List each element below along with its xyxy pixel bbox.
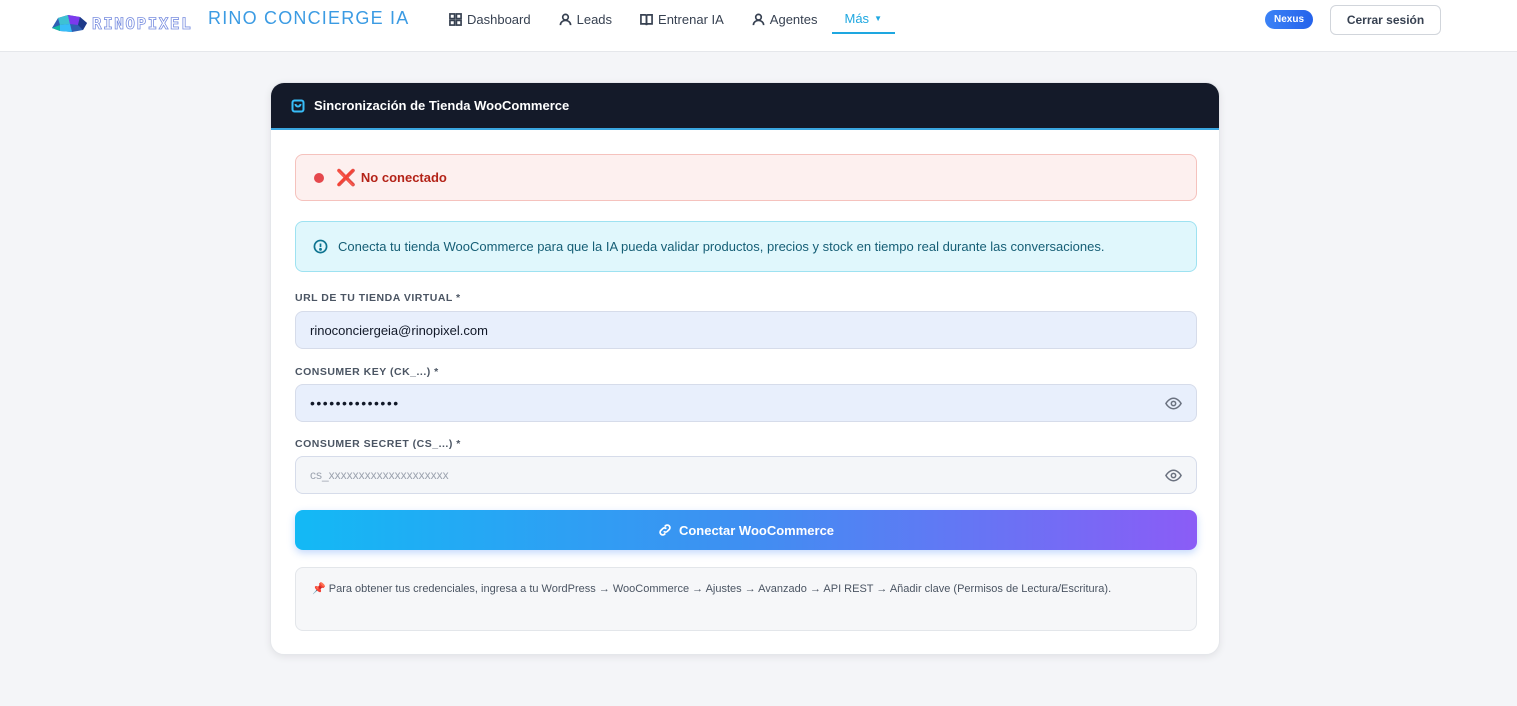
store-url-value: rinoconciergeia@rinopixel.com [310,322,488,338]
info-text: Conecta tu tienda WooCommerce para que l… [338,239,1105,254]
nav-leads[interactable]: Leads [559,12,612,27]
consumer-secret-placeholder: cs_xxxxxxxxxxxxxxxxxxxx [310,468,449,482]
consumer-secret-label: CONSUMER SECRET (CS_...) * [295,438,461,450]
status-dot [314,172,324,183]
consumer-key-input[interactable]: •••••••••••••• [295,384,1197,422]
nav-dashboard[interactable]: Dashboard [449,12,531,27]
book-icon [640,13,653,25]
nav-more-dropdown[interactable]: Más ▼ [831,5,895,34]
info-alert: Conecta tu tienda WooCommerce para que l… [295,221,1197,272]
grid-icon [449,12,462,26]
pushpin-icon: 📌 [312,583,326,595]
cross-mark-icon: ❌ [336,168,356,187]
caret-down-icon: ▼ [874,13,882,23]
store-url-label: URL DE TU TIENDA VIRTUAL * [295,292,461,304]
nav-dashboard-label: Dashboard [467,11,531,27]
status-text: No conectado [360,170,447,185]
app-title: RINO CONCIERGE IA [208,8,410,28]
rhino-logo-icon [52,15,87,32]
logo-wordmark: RINOPIXEL [92,13,193,33]
store-url-input[interactable]: rinoconciergeia@rinopixel.com [295,311,1197,349]
eye-icon[interactable] [1165,468,1182,483]
top-navbar: RINOPIXEL RINO CONCIERGE IA Dashboard Le… [0,0,1517,52]
connection-status-alert: ❌ No conectado [295,154,1197,201]
workspace-badge: Nexus [1265,10,1314,29]
shopping-bag-icon [291,99,305,112]
info-circle-icon [313,239,328,254]
connect-button-label: Conectar WooCommerce [678,522,835,538]
card-header: Sincronización de Tienda WooCommerce [271,83,1219,130]
logout-button[interactable]: Cerrar sesión [1330,5,1441,35]
consumer-key-label: CONSUMER KEY (CK_...) * [295,366,439,378]
user-icon [752,13,765,25]
credentials-help-note: 📌 Para obtener tus credenciales, ingresa… [295,567,1197,631]
nav-more-label: Más [844,10,870,26]
brand-logo[interactable]: RINOPIXEL [50,8,192,38]
help-note-text: Para obtener tus credenciales, ingresa a… [328,583,1112,595]
consumer-secret-input[interactable]: cs_xxxxxxxxxxxxxxxxxxxx [295,456,1197,494]
nav-leads-label: Leads [576,11,613,27]
user-icon [559,13,572,25]
card-title: Sincronización de Tienda WooCommerce [314,98,570,113]
nav-entrenar-ia[interactable]: Entrenar IA [640,12,724,27]
connect-woocommerce-button[interactable]: Conectar WooCommerce [295,510,1197,550]
eye-icon[interactable] [1165,396,1182,411]
consumer-key-value: •••••••••••••• [310,395,400,411]
nav-agentes[interactable]: Agentes [752,12,818,27]
nav-entrenar-ia-label: Entrenar IA [658,11,724,27]
woocommerce-sync-card: Sincronización de Tienda WooCommerce ❌ N… [270,82,1220,655]
main-nav: Dashboard Leads Entrenar IA Agentes Más … [449,0,895,38]
link-icon [659,524,671,536]
nav-agentes-label: Agentes [769,11,818,27]
